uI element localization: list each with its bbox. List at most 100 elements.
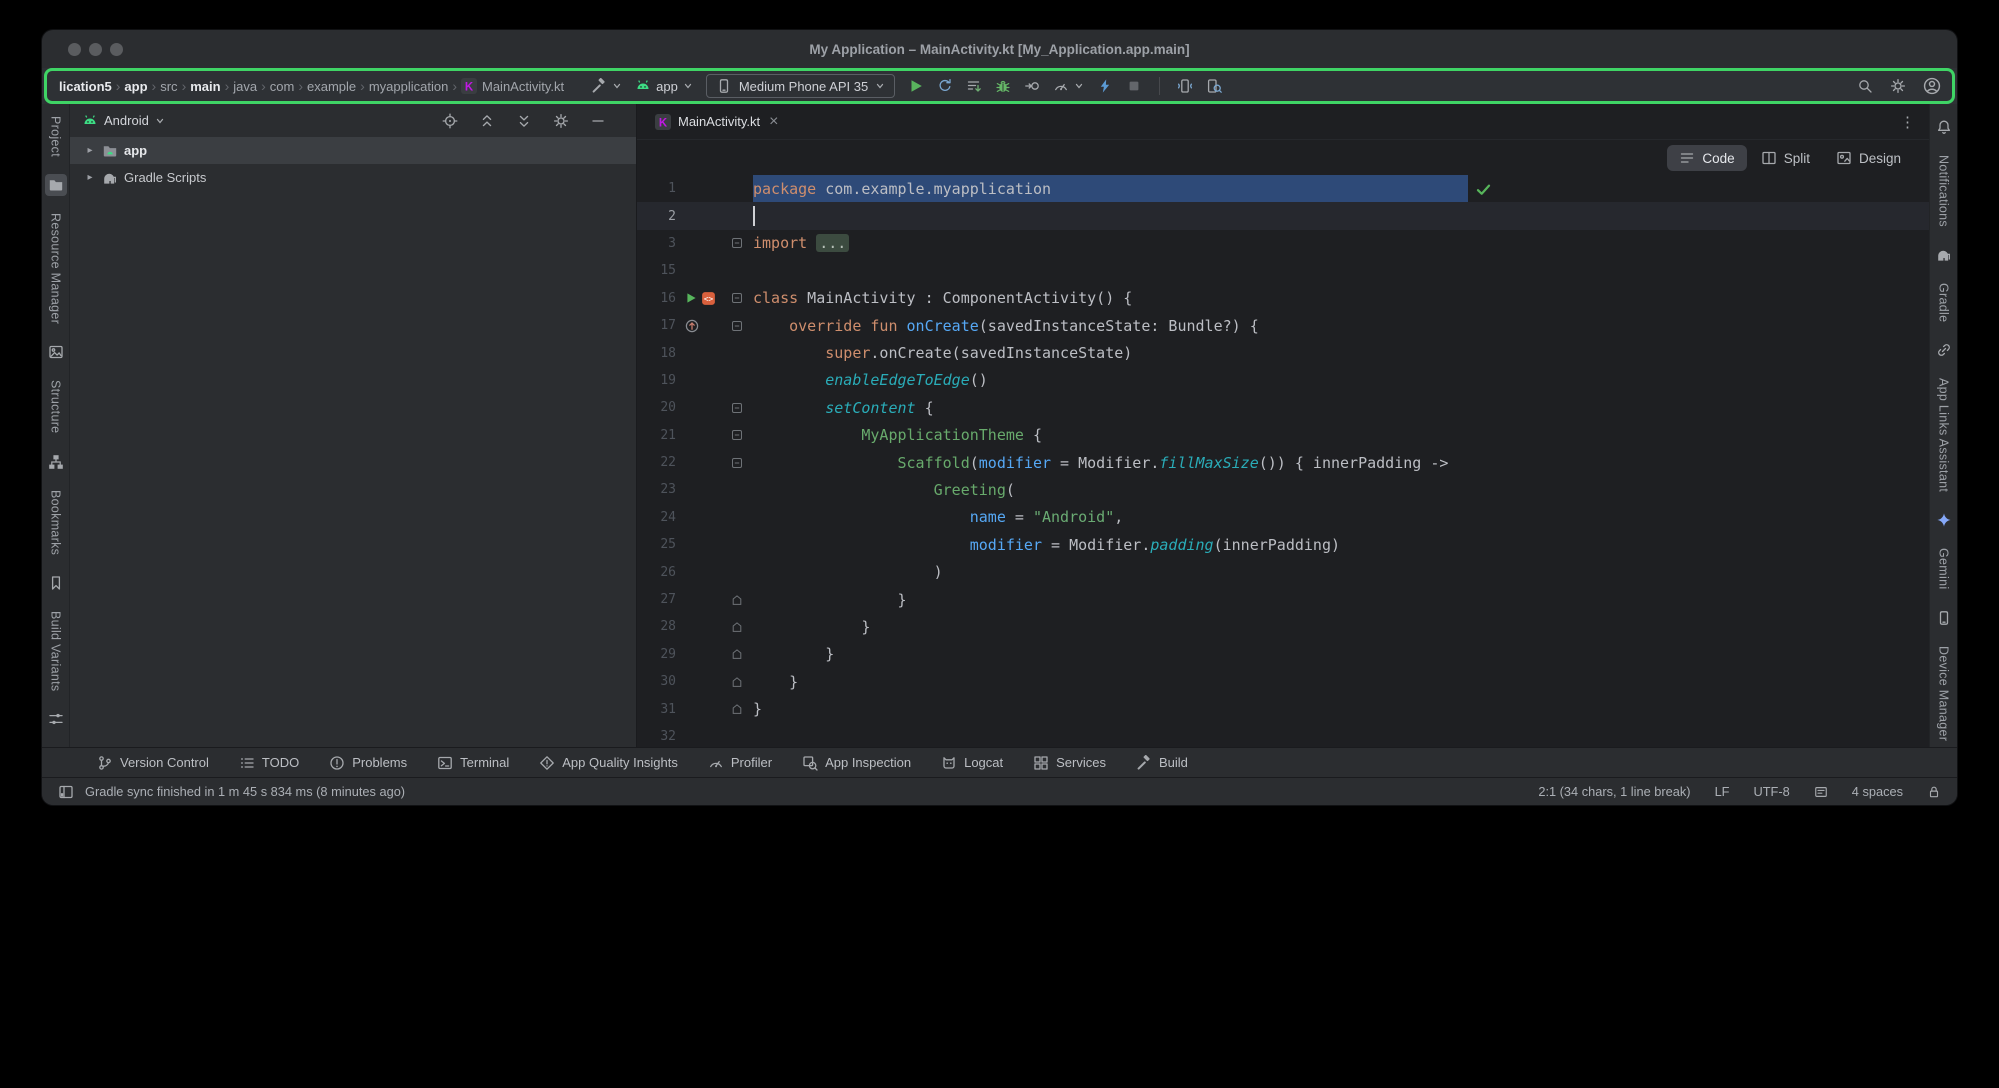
tool-window-button-profiler[interactable]: Profiler: [708, 755, 772, 771]
chevron-right-icon[interactable]: ▸: [84, 172, 96, 183]
settings-button[interactable]: [1890, 78, 1906, 94]
app-links-assistant-icon[interactable]: [1933, 339, 1955, 361]
notifications-icon[interactable]: [1933, 116, 1955, 138]
project-icon[interactable]: [45, 174, 67, 196]
running-devices-button[interactable]: [1177, 78, 1193, 94]
fold-marker[interactable]: [728, 648, 746, 660]
line-separator[interactable]: LF: [1715, 784, 1730, 799]
breadcrumb-item-mainactivity-kt[interactable]: KMainActivity.kt: [460, 78, 565, 94]
code-line-26[interactable]: 26 ): [637, 558, 1929, 585]
editor-options-icon[interactable]: ⋮: [1900, 113, 1915, 131]
structure-icon[interactable]: [45, 451, 67, 473]
indent-size[interactable]: 4 spaces: [1852, 784, 1903, 799]
fold-marker[interactable]: [728, 621, 746, 633]
fold-marker[interactable]: [728, 402, 746, 414]
code-line-16[interactable]: 16<>class MainActivity : ComponentActivi…: [637, 285, 1929, 312]
tool-window-button-project[interactable]: Project: [49, 116, 63, 157]
tool-window-button-version-control[interactable]: Version Control: [97, 755, 209, 771]
project-tree-item-gradle-scripts[interactable]: ▸Gradle Scripts: [70, 164, 636, 191]
code-line-15[interactable]: 15: [637, 257, 1929, 284]
device-manager-icon[interactable]: [1933, 607, 1955, 629]
file-encoding[interactable]: UTF-8: [1754, 784, 1790, 799]
layout-inspector-button[interactable]: [1206, 78, 1222, 94]
close-window-button[interactable]: [68, 43, 81, 56]
fold-marker[interactable]: [728, 703, 746, 715]
editor-tab[interactable]: K MainActivity.kt ×: [645, 104, 788, 139]
code-line-25[interactable]: 25 modifier = Modifier.padding(innerPadd…: [637, 531, 1929, 558]
project-tree-item-app[interactable]: ▸app: [70, 137, 636, 164]
code-line-29[interactable]: 29 }: [637, 641, 1929, 668]
code-line-2[interactable]: 2: [637, 202, 1929, 229]
expand-all-icon[interactable]: [479, 113, 495, 129]
code-line-20[interactable]: 20 setContent {: [637, 394, 1929, 421]
apply-changes-button[interactable]: [966, 78, 982, 94]
run-gutter-icon[interactable]: [685, 292, 697, 304]
attach-debugger-button[interactable]: [1024, 78, 1040, 94]
tool-window-button-build[interactable]: Build: [1136, 755, 1188, 771]
tool-window-button-problems[interactable]: Problems: [329, 755, 407, 771]
tool-window-button-gemini[interactable]: Gemini: [1937, 548, 1951, 589]
fold-marker[interactable]: [728, 429, 746, 441]
fold-marker[interactable]: [728, 292, 746, 304]
run-configuration-selector[interactable]: app: [635, 78, 693, 94]
status-misc-button[interactable]: [1814, 785, 1828, 799]
code-line-23[interactable]: 23 Greeting(: [637, 476, 1929, 503]
tool-window-button-device-manager[interactable]: Device Manager: [1937, 646, 1951, 741]
fold-marker[interactable]: [728, 237, 746, 249]
close-tab-icon[interactable]: ×: [769, 114, 778, 130]
compose-gutter-icon[interactable]: <>: [701, 291, 716, 306]
build-variants-icon[interactable]: [45, 708, 67, 730]
run-button[interactable]: [908, 78, 924, 94]
profiler-button[interactable]: [1053, 78, 1084, 94]
chevron-right-icon[interactable]: ▸: [84, 145, 96, 156]
code-line-21[interactable]: 21 MyApplicationTheme {: [637, 422, 1929, 449]
tool-window-button-todo[interactable]: TODO: [239, 755, 299, 771]
stop-button[interactable]: [1126, 78, 1142, 94]
fold-marker[interactable]: [728, 457, 746, 469]
gear-icon[interactable]: [553, 113, 569, 129]
code-line-22[interactable]: 22 Scaffold(modifier = Modifier.fillMaxS…: [637, 449, 1929, 476]
tool-window-button-app-links-assistant[interactable]: App Links Assistant: [1937, 378, 1951, 492]
locate-file-icon[interactable]: [442, 113, 458, 129]
gradle-sync-status[interactable]: Gradle sync finished in 1 m 45 s 834 ms …: [85, 784, 405, 799]
breadcrumb-item-com[interactable]: com: [269, 79, 296, 94]
debug-button[interactable]: [995, 78, 1011, 94]
code-line-31[interactable]: 31}: [637, 695, 1929, 722]
fold-marker[interactable]: [728, 594, 746, 606]
caret-position[interactable]: 2:1 (34 chars, 1 line break): [1538, 784, 1690, 799]
tool-window-layout-icon[interactable]: [58, 784, 74, 800]
hide-panel-icon[interactable]: [590, 113, 606, 129]
gemini-icon[interactable]: [1933, 509, 1955, 531]
fold-marker[interactable]: [728, 320, 746, 332]
profile-button[interactable]: [1923, 77, 1941, 95]
tool-window-button-terminal[interactable]: Terminal: [437, 755, 509, 771]
resource-manager-icon[interactable]: [45, 341, 67, 363]
code-line-17[interactable]: 17 override fun onCreate(savedInstanceSt…: [637, 312, 1929, 339]
code-line-32[interactable]: 32: [637, 723, 1929, 747]
breadcrumb-item-myapplication[interactable]: myapplication: [368, 79, 450, 94]
code-line-19[interactable]: 19 enableEdgeToEdge(): [637, 367, 1929, 394]
tool-window-button-build-variants[interactable]: Build Variants: [49, 611, 63, 691]
project-view-selector[interactable]: Android: [82, 113, 165, 129]
code-line-3[interactable]: 3import ...: [637, 230, 1929, 257]
code-line-18[interactable]: 18 super.onCreate(savedInstanceState): [637, 339, 1929, 366]
tool-window-button-app-inspection[interactable]: App Inspection: [802, 755, 911, 771]
tool-window-button-bookmarks[interactable]: Bookmarks: [49, 490, 63, 555]
override-gutter-icon[interactable]: [685, 319, 699, 333]
breadcrumb-item-app[interactable]: app: [123, 79, 148, 94]
apply-code-changes-button[interactable]: [1097, 78, 1113, 94]
fold-marker[interactable]: [728, 676, 746, 688]
tool-window-button-notifications[interactable]: Notifications: [1937, 155, 1951, 227]
breadcrumb-item-src[interactable]: src: [159, 79, 178, 94]
breadcrumb-item-main[interactable]: main: [189, 79, 221, 94]
code-line-24[interactable]: 24 name = "Android",: [637, 504, 1929, 531]
minimize-window-button[interactable]: [89, 43, 102, 56]
inspections-passed-icon[interactable]: [1475, 181, 1492, 203]
code-line-30[interactable]: 30 }: [637, 668, 1929, 695]
view-mode-code[interactable]: Code: [1667, 145, 1746, 171]
readonly-toggle[interactable]: [1927, 785, 1941, 799]
code-editor[interactable]: CodeSplitDesign 1package com.example.mya…: [637, 140, 1929, 747]
tool-window-button-structure[interactable]: Structure: [49, 380, 63, 433]
search-everywhere-button[interactable]: [1857, 78, 1873, 94]
tool-window-button-gradle[interactable]: Gradle: [1937, 283, 1951, 322]
